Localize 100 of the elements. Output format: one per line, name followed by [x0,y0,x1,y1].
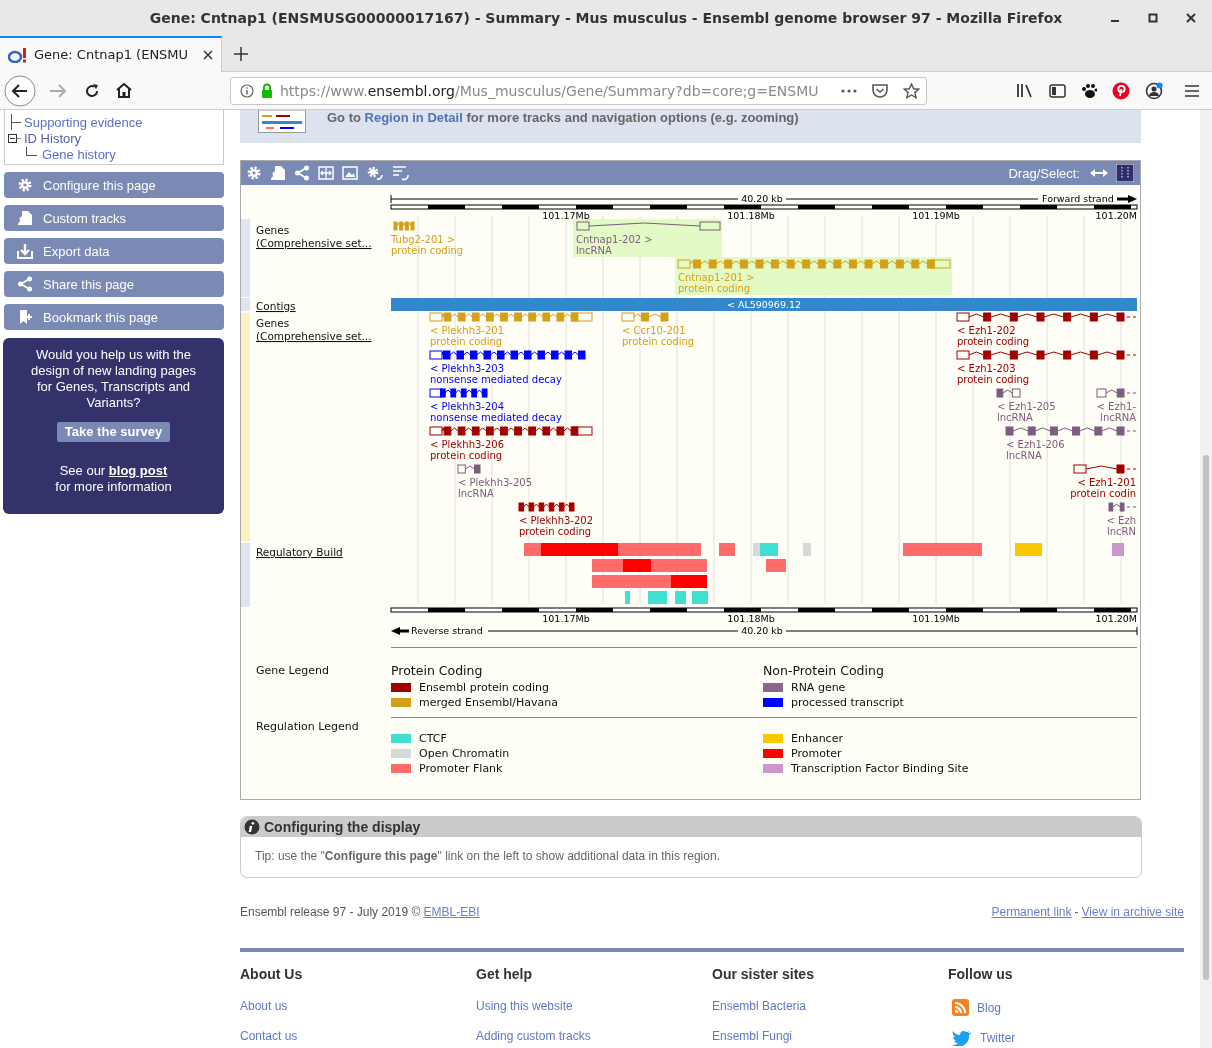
back-icon[interactable] [4,74,36,107]
transcript-drawing[interactable] [429,388,488,398]
strand-arrow-icon [391,627,409,635]
address-field[interactable]: https://www.ensembl.org/Mus_musculus/Gene/Summary?db=core;g=ENSMU [230,76,927,105]
reset-settings-icon[interactable] [366,165,384,181]
transcript-name[interactable]: < Plekhh3-206 [430,439,505,450]
menu-icon[interactable] [1184,83,1200,98]
transcript-name[interactable]: < Ezh [1106,515,1136,526]
blog-link[interactable]: blog post [108,463,168,478]
transcript-drawing[interactable] [956,312,1137,322]
transcript-name[interactable]: < Ezh1-202 [957,325,1016,336]
lock-icon[interactable] [261,83,273,98]
transcript-name[interactable]: < Ezh1-206 [1006,439,1065,450]
transcript-name[interactable]: < Plekhh3-204 [430,401,505,412]
gear-icon[interactable] [246,165,262,181]
transcript-name[interactable]: Cntnap1-202 > [576,234,653,245]
legend-label: Enhancer [791,732,843,745]
transcript-drawing[interactable] [956,350,1137,360]
pocket-icon[interactable] [872,83,888,98]
transcript-drawing[interactable] [1005,426,1137,436]
paw-icon[interactable] [1081,82,1097,99]
image-icon[interactable] [342,165,358,181]
transcript-name[interactable]: < Plekhh3-203 [430,363,505,374]
transcript-drawing[interactable] [429,350,586,360]
info-icon[interactable] [240,83,254,98]
star-icon[interactable] [903,82,920,99]
transcript-name[interactable]: < Ezh1-203 [957,363,1016,374]
reload-icon[interactable] [84,82,100,99]
transcript-drawing[interactable] [1108,502,1137,512]
transcript-drawing[interactable] [457,464,481,474]
expander-icon[interactable] [8,133,21,143]
close-icon[interactable] [1186,13,1196,23]
legend-label: Open Chromatin [419,747,510,760]
transcript-name[interactable]: < Plekhh3-202 [519,515,594,526]
tree-link[interactable]: Supporting evidence [24,114,143,130]
permanent-link[interactable]: Permanent link [991,905,1072,919]
scrollbar[interactable] [1200,110,1212,1048]
select-icon[interactable] [1116,164,1134,182]
footer-link[interactable]: Blog [977,1000,1002,1015]
resize-icon[interactable] [318,165,334,181]
transcript-drawing[interactable] [1073,464,1137,474]
transcript-drawing[interactable] [1096,388,1137,398]
transcript-name[interactable]: < Ezh1-205 [997,401,1056,412]
sidebar-button[interactable]: Custom tracks [4,205,224,231]
pin-icon[interactable] [1112,81,1130,100]
library-icon[interactable] [1016,83,1034,98]
close-icon[interactable] [203,49,213,60]
home-icon[interactable] [115,82,133,99]
browser-tab[interactable]: Gene: Cntnap1 (ENSMU [0,35,222,72]
transcript-name[interactable]: < Plekhh3-201 [430,325,505,336]
rss-icon[interactable] [952,999,969,1016]
track-label[interactable]: Genes (Comprehensive set... [256,317,372,342]
window-title: Gene: Cntnap1 (ENSMUSG00000017167) - Summary - Mus musculus - Ensembl genome browser 97 - Mozilla Firefox [149,10,1063,26]
footer-link[interactable]: Ensembl Bacteria [712,999,807,1013]
footer-link[interactable]: About us [240,999,288,1013]
footer-link[interactable]: Using this website [476,999,573,1013]
transcript-name[interactable]: < Ezh1-201 [1077,477,1136,488]
footer-link[interactable]: Contact us [240,1029,298,1043]
footer-link[interactable]: Ensembl Fungi [712,1029,793,1043]
transcript-drawing[interactable] [576,221,721,231]
scrollbar-thumb[interactable] [1203,455,1209,980]
more-icon[interactable] [841,88,857,93]
reset-tracks-icon[interactable] [392,165,410,181]
bird-icon[interactable] [952,1030,972,1046]
account-icon[interactable] [1145,81,1163,100]
scale-tick-label: 101.19Mb [912,210,960,221]
track-label[interactable]: Genes (Comprehensive set... [256,224,372,249]
new-tab-icon[interactable] [234,46,248,61]
sidebar-button[interactable]: Configure this page [4,172,224,198]
region-detail-link[interactable]: Region in Detail [364,110,463,125]
transcript-name[interactable]: < Ezh1- [1096,401,1136,412]
maximize-icon[interactable] [1148,13,1158,23]
survey-button[interactable]: Take the survey [56,422,171,442]
share-icon[interactable] [294,165,310,181]
transcript-drawing[interactable] [996,388,1021,398]
footer-link[interactable]: Adding custom tracks [476,1029,591,1043]
forward-icon[interactable] [49,82,67,99]
sidebar-button[interactable]: Bookmark this page [4,304,224,330]
footer-link[interactable]: Twitter [980,1031,1016,1045]
track-handle[interactable] [241,313,250,541]
track-label[interactable]: Contigs [256,300,296,312]
separator-text: - [1074,905,1079,919]
archive-link[interactable]: View in archive site [1081,905,1184,919]
tree-link[interactable]: ID History [24,130,82,146]
sidebar-button[interactable]: Export data [4,238,224,264]
tree-link[interactable]: Gene history [42,146,116,162]
sidebar-button[interactable]: Share this page [4,271,224,297]
transcript-name[interactable]: Tubg2-201 > [391,234,456,245]
document-icon[interactable] [270,165,286,181]
embl-link[interactable]: EMBL-EBI [423,905,480,919]
region-thumbnail-icon[interactable] [258,110,306,133]
transcript-drawing[interactable] [518,502,575,512]
transcript-name[interactable]: < Ccr10-201 [622,325,686,336]
drag-icon[interactable] [1090,168,1108,178]
sidebar-icon[interactable] [1049,83,1066,98]
legend-label: processed transcript [791,696,904,709]
transcript-name[interactable]: < Plekhh3-205 [458,477,533,488]
transcript-drawing[interactable] [429,426,593,436]
track-label[interactable]: Regulatory Build [256,546,343,558]
track-handle[interactable] [241,543,250,607]
